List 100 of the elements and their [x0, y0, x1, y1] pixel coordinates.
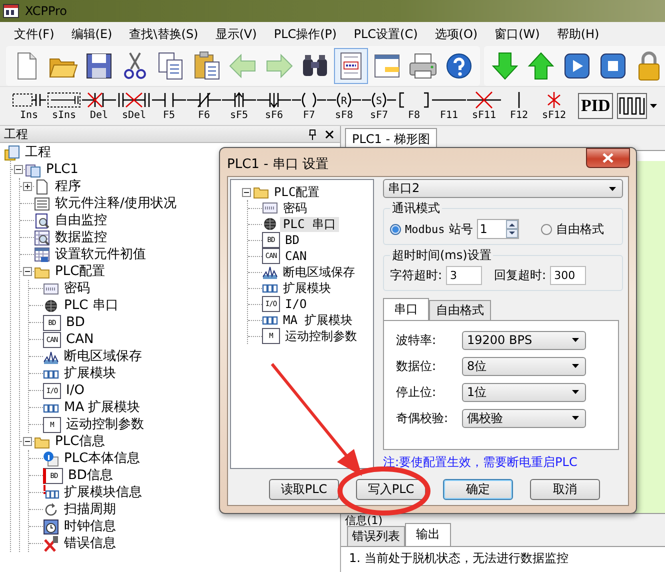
menu-item[interactable]: 选项(O): [426, 24, 486, 44]
tree-item[interactable]: I/O: [63, 382, 88, 398]
menu-item[interactable]: 帮助(H): [548, 24, 608, 44]
vertical-line-icon: [518, 92, 520, 108]
radio-button[interactable]: [540, 224, 552, 234]
ladder-tool-button[interactable]: sF12: [537, 90, 571, 122]
tree-item[interactable]: MA 扩展模块: [61, 400, 144, 416]
tree-item[interactable]: 数据监控: [52, 230, 110, 246]
setting-dropdown[interactable]: 19200 BPS: [462, 330, 586, 350]
ladder-tool-button[interactable]: F12: [502, 90, 536, 122]
tree-item[interactable]: PLC1: [43, 162, 82, 178]
caret-icon: [572, 416, 579, 420]
document-icon[interactable]: [334, 48, 368, 84]
delete-row-icon: [117, 90, 151, 110]
collapse-icon[interactable]: [14, 165, 22, 174]
tree-item[interactable]: 扫描周期: [61, 502, 119, 518]
ladder-tool-button[interactable]: S sF7: [362, 90, 396, 122]
tree-item[interactable]: 软元件注释/使用状况: [52, 196, 180, 212]
tree-item[interactable]: CAN: [63, 332, 97, 348]
tree-item[interactable]: I/O: [282, 296, 310, 312]
radio-button[interactable]: [390, 224, 401, 234]
setting-dropdown[interactable]: 1位: [462, 382, 586, 402]
tree-item[interactable]: 扩展模块: [280, 280, 334, 296]
menu-item[interactable]: 显示(V): [207, 24, 265, 44]
group-title: 超时时间(ms)设置: [391, 247, 492, 264]
input-field[interactable]: 300: [550, 266, 586, 285]
pin-icon[interactable]: [308, 128, 317, 140]
ladder-tool-button[interactable]: sF11: [467, 90, 501, 122]
pages-icon: [25, 162, 41, 178]
ladder-tool-button[interactable]: F7: [292, 90, 326, 122]
ladder-tool-button[interactable]: sIns: [47, 90, 81, 122]
ladder-tool-button[interactable]: F11: [432, 90, 466, 122]
tree-item[interactable]: PLC 串口: [61, 298, 122, 314]
menu-item[interactable]: 窗口(W): [486, 24, 548, 44]
tree-item[interactable]: PLC本体信息: [61, 450, 144, 466]
close-icon[interactable]: [325, 130, 334, 138]
modules-alert-icon: [43, 484, 59, 500]
tree-item[interactable]: 自由监控: [52, 212, 110, 228]
pulse-wave-icon[interactable]: [617, 93, 648, 119]
tab[interactable]: 错误列表: [347, 526, 405, 546]
tab[interactable]: 串口: [383, 298, 429, 320]
tree-item[interactable]: 扩展模块: [61, 366, 119, 382]
ladder-tool-button[interactable]: R sF8: [327, 90, 361, 122]
field-label: 回复超时:: [494, 267, 546, 284]
pid-button[interactable]: PID: [578, 93, 614, 119]
tree-item[interactable]: 设置软元件初值: [52, 246, 149, 262]
button[interactable]: 取消: [530, 479, 600, 500]
tree-item[interactable]: MA 扩展模块: [280, 312, 356, 328]
app-window-icon: [3, 4, 19, 18]
tree-item[interactable]: PLC信息: [52, 434, 108, 450]
instruction-icon: [397, 90, 431, 110]
expand-icon[interactable]: [22, 182, 32, 191]
tree-item[interactable]: BD: [282, 232, 302, 248]
tree-item[interactable]: 运动控制参数: [63, 416, 147, 432]
rising-contact-icon: [222, 90, 256, 110]
setting-dropdown[interactable]: 8位: [462, 356, 586, 376]
tree-item[interactable]: BD: [63, 314, 88, 330]
menu-item[interactable]: 查找\替换(S): [121, 24, 206, 44]
menu-item[interactable]: PLC设置(C): [346, 24, 426, 44]
button[interactable]: 读取PLC: [269, 479, 339, 500]
tree-item[interactable]: 密码: [280, 200, 310, 216]
tree-item[interactable]: 断电区域保存: [280, 264, 358, 280]
collapse-icon[interactable]: [22, 437, 32, 446]
tree-item[interactable]: BD信息: [65, 468, 116, 484]
tree-item[interactable]: 时钟信息: [61, 518, 119, 534]
menu-item[interactable]: 文件(F): [6, 24, 62, 44]
collapse-icon[interactable]: [22, 267, 32, 276]
tree-item[interactable]: PLC配置: [271, 184, 323, 200]
tree-item[interactable]: PLC配置: [52, 264, 108, 280]
ladder-tool-button[interactable]: Del: [82, 90, 116, 122]
station-field[interactable]: 1: [476, 219, 519, 239]
tree-item[interactable]: 程序: [52, 178, 84, 194]
ladder-tool-button[interactable]: sF6: [257, 90, 291, 122]
ladder-tool-button[interactable]: Ins: [12, 90, 46, 122]
tab[interactable]: 输出: [405, 523, 451, 546]
tree-item[interactable]: 密码: [61, 280, 93, 296]
ladder-tool-button[interactable]: sDel: [117, 90, 151, 122]
collapse-icon[interactable]: [242, 188, 250, 196]
menu-item[interactable]: 编辑(E): [63, 24, 120, 44]
ladder-tool-button[interactable]: F8: [397, 90, 431, 122]
tree-item[interactable]: 扩展模块信息: [61, 484, 145, 500]
setting-dropdown[interactable]: 偶校验: [462, 408, 586, 428]
button[interactable]: 写入PLC: [356, 479, 426, 500]
tab[interactable]: 自由格式: [429, 300, 491, 320]
button[interactable]: 确定: [443, 479, 513, 500]
tree-item[interactable]: 错误信息: [61, 536, 119, 552]
menu-item[interactable]: PLC操作(P): [266, 24, 345, 44]
tree-item[interactable]: CAN: [282, 248, 310, 264]
spin-buttons[interactable]: [506, 220, 518, 238]
tree-item[interactable]: 运动控制参数: [282, 328, 360, 344]
ladder-tool-button[interactable]: F5: [152, 90, 186, 122]
input-field[interactable]: 3: [446, 266, 482, 285]
caret-icon[interactable]: [650, 104, 658, 108]
ladder-tool-button[interactable]: sF5: [222, 90, 256, 122]
tree-item[interactable]: 工程: [22, 144, 54, 160]
port-dropdown[interactable]: 串口2: [383, 179, 623, 198]
tree-item[interactable]: PLC 串口: [280, 216, 339, 232]
ladder-tool-button[interactable]: F6: [187, 90, 221, 122]
close-button[interactable]: [586, 148, 630, 168]
tree-item[interactable]: 断电区域保存: [61, 348, 145, 364]
